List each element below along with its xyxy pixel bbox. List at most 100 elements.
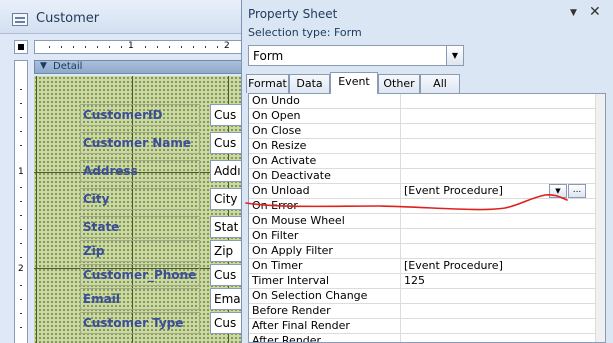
field-label-customerid[interactable]: CustomerID <box>80 104 200 126</box>
ruler-tick <box>20 215 22 216</box>
form-title: Customer <box>36 11 100 26</box>
property-row[interactable]: On Apply Filter <box>249 244 599 259</box>
property-value[interactable]: 125 <box>404 274 594 289</box>
property-name: On Timer <box>249 259 401 274</box>
property-row[interactable]: Before Render <box>249 304 599 319</box>
form-design-window: Customer 1 2 1 2 ▼ Detail CustomerID Cus… <box>0 0 246 343</box>
property-name: After Render <box>249 334 401 342</box>
property-value[interactable] <box>404 244 594 259</box>
property-row[interactable]: On Deactivate <box>249 169 599 184</box>
tab-other[interactable]: Other <box>378 74 420 93</box>
form-icon <box>12 13 28 26</box>
ruler-tick <box>20 187 22 188</box>
horizontal-ruler[interactable]: 1 2 <box>34 40 246 54</box>
property-value[interactable] <box>404 334 594 342</box>
pane-options-icon[interactable]: ▼ <box>570 8 577 18</box>
property-value[interactable] <box>404 109 594 124</box>
field-label-address[interactable]: Address <box>80 160 200 182</box>
property-row[interactable]: On Mouse Wheel <box>249 214 599 229</box>
ruler-tick <box>157 46 158 48</box>
property-value[interactable] <box>404 319 594 334</box>
field-label-customer-name[interactable]: Customer Name <box>80 132 200 154</box>
property-value[interactable] <box>404 94 594 109</box>
field-label-zip[interactable]: Zip <box>80 240 200 262</box>
property-value[interactable] <box>404 304 594 319</box>
ruler-number: 2 <box>18 264 24 274</box>
ruler-tick <box>121 46 122 48</box>
property-row[interactable]: On Open <box>249 109 599 124</box>
property-name: After Final Render <box>249 319 401 334</box>
property-grid: On Undo On Open On Close On Resize On Ac… <box>248 93 606 343</box>
property-row[interactable]: On Error <box>249 199 599 214</box>
field-label-email[interactable]: Email <box>80 288 200 310</box>
property-name: On Deactivate <box>249 169 401 184</box>
ruler-tick <box>145 46 146 48</box>
property-row[interactable]: Timer Interval 125 <box>249 274 599 289</box>
property-value[interactable] <box>404 289 594 304</box>
property-sheet-pane: Property Sheet ▼ ✕ Selection type: Form … <box>241 0 613 343</box>
property-row-on-unload[interactable]: On Unload [Event Procedure] ▼ ... <box>249 184 599 199</box>
property-name: Timer Interval <box>249 274 401 289</box>
vertical-scrollbar[interactable] <box>595 94 605 342</box>
tab-all[interactable]: All <box>420 74 460 93</box>
property-name: On Apply Filter <box>249 244 401 259</box>
ruler-tick <box>20 243 22 244</box>
ruler-tick <box>20 257 22 258</box>
property-row[interactable]: After Render <box>249 334 599 342</box>
ruler-tick <box>20 327 22 328</box>
chevron-down-icon[interactable]: ▼ <box>549 184 567 198</box>
detail-section-bar[interactable]: ▼ Detail <box>34 60 246 74</box>
property-value[interactable] <box>404 169 594 184</box>
property-row[interactable]: On Activate <box>249 154 599 169</box>
property-row[interactable]: On Timer [Event Procedure] <box>249 259 599 274</box>
tab-format[interactable]: Format <box>246 74 289 93</box>
field-label-customer-phone[interactable]: Customer_Phone <box>80 264 200 286</box>
property-value[interactable] <box>404 214 594 229</box>
field-label-city[interactable]: City <box>80 188 200 210</box>
tab-event[interactable]: Event <box>330 72 378 94</box>
ruler-tick <box>181 46 182 48</box>
vertical-ruler[interactable]: 1 2 <box>14 60 28 343</box>
ruler-tick <box>20 313 22 314</box>
property-row[interactable]: On Filter <box>249 229 599 244</box>
field-label-customer-type[interactable]: Customer Type <box>80 312 200 334</box>
property-sheet-header: Property Sheet ▼ ✕ Selection type: Form <box>242 0 613 40</box>
form-selector[interactable] <box>14 40 28 54</box>
property-name: On Open <box>249 109 401 124</box>
form-titlebar[interactable]: Customer <box>0 0 246 34</box>
property-row[interactable]: On Close <box>249 124 599 139</box>
property-tabs: Format Data Event Other All <box>246 72 606 94</box>
property-sheet-title: Property Sheet <box>248 7 338 21</box>
property-name: On Resize <box>249 139 401 154</box>
property-name: On Close <box>249 124 401 139</box>
property-row[interactable]: On Undo <box>249 94 599 109</box>
property-value[interactable] <box>404 154 594 169</box>
chevron-down-icon[interactable]: ▼ <box>446 46 463 65</box>
ruler-tick <box>193 46 194 48</box>
property-row[interactable]: After Final Render <box>249 319 599 334</box>
property-row[interactable]: On Selection Change <box>249 289 599 304</box>
property-value[interactable] <box>404 124 594 139</box>
selection-type-label: Selection type: Form <box>248 26 362 39</box>
detail-section-label: Detail <box>53 61 83 72</box>
property-value[interactable]: [Event Procedure] <box>404 259 594 274</box>
ruler-tick <box>20 89 22 90</box>
property-value[interactable] <box>404 229 594 244</box>
tab-data[interactable]: Data <box>289 74 330 93</box>
object-selector-value: Form <box>253 49 284 63</box>
ruler-tick <box>20 285 22 286</box>
ruler-tick <box>217 46 218 48</box>
ruler-tick <box>20 145 22 146</box>
object-selector-dropdown[interactable]: Form ▼ <box>248 45 464 66</box>
ruler-tick <box>20 131 22 132</box>
property-value[interactable] <box>404 139 594 154</box>
property-name: Before Render <box>249 304 401 319</box>
ruler-tick <box>20 299 22 300</box>
field-label-state[interactable]: State <box>80 216 200 238</box>
property-row[interactable]: On Resize <box>249 139 599 154</box>
builder-ellipsis-button[interactable]: ... <box>568 184 586 198</box>
ruler-tick <box>109 46 110 48</box>
detail-design-grid[interactable]: CustomerID Cus Customer Name Cus Address… <box>34 76 246 343</box>
close-icon[interactable]: ✕ <box>589 4 601 20</box>
property-value[interactable] <box>404 199 594 214</box>
